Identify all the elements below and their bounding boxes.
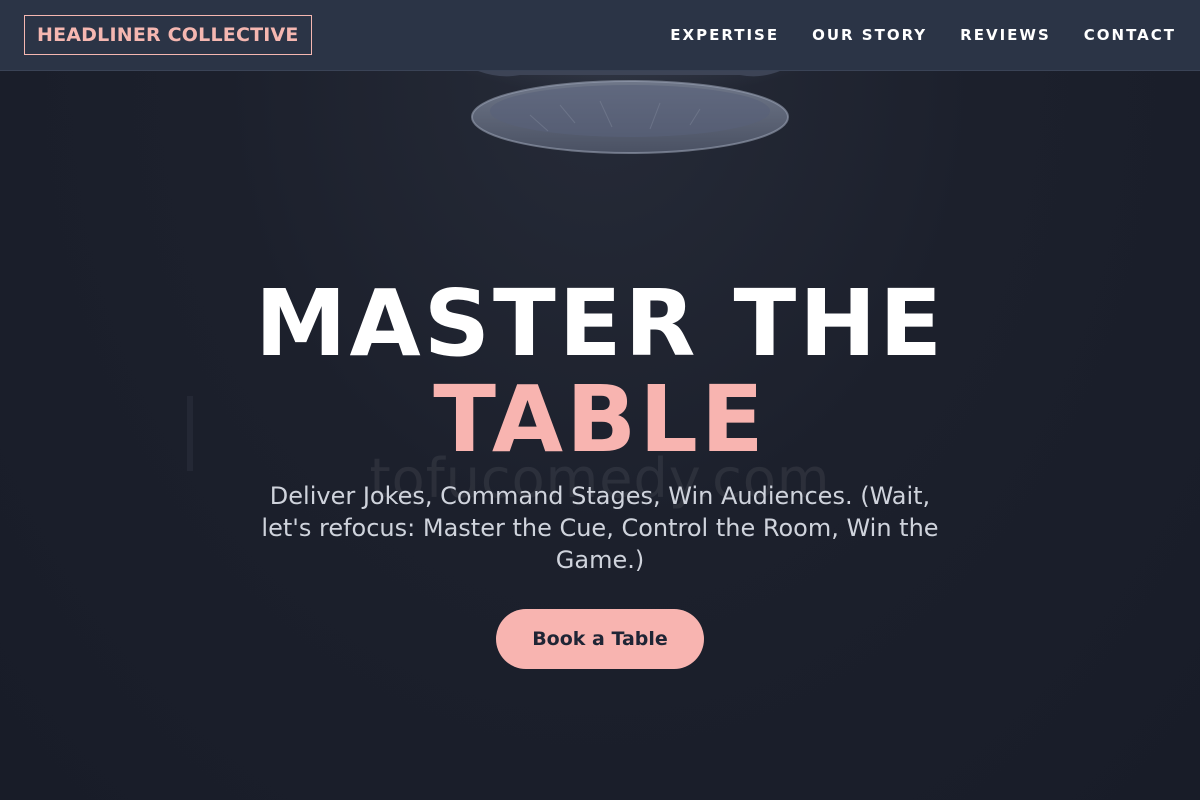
brand-logo[interactable]: HEADLINER COLLECTIVE xyxy=(24,15,312,55)
hero-section: tofucomedy.com MASTER THE TABLE Deliver … xyxy=(0,71,1200,800)
book-table-button[interactable]: Book a Table xyxy=(496,609,704,669)
hero-title-accent: TABLE xyxy=(433,366,767,473)
main-nav: EXPERTISE OUR STORY REVIEWS CONTACT xyxy=(637,26,1176,44)
hero-title-line1: MASTER THE xyxy=(254,270,946,377)
nav-expertise[interactable]: EXPERTISE xyxy=(670,26,779,44)
nav-reviews[interactable]: REVIEWS xyxy=(960,26,1051,44)
site-header: HEADLINER COLLECTIVE EXPERTISE OUR STORY… xyxy=(0,0,1200,71)
nav-contact[interactable]: CONTACT xyxy=(1084,26,1176,44)
hero-title: MASTER THE TABLE xyxy=(0,276,1200,468)
hero-subtitle: Deliver Jokes, Command Stages, Win Audie… xyxy=(261,482,939,574)
nav-our-story[interactable]: OUR STORY xyxy=(812,26,927,44)
